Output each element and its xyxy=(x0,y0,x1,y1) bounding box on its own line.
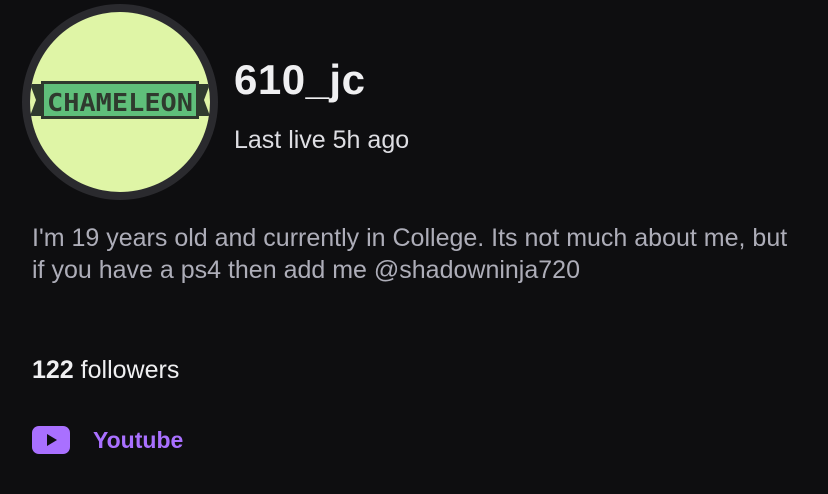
profile-bio: I'm 19 years old and currently in Colleg… xyxy=(32,224,788,284)
svg-text:CHAMELEON: CHAMELEON xyxy=(47,88,193,117)
chameleon-logo: CHAMELEON xyxy=(30,81,210,119)
followers-label: followers xyxy=(80,356,180,384)
followers-count: 122 followers xyxy=(32,356,179,385)
youtube-link[interactable]: Youtube xyxy=(32,422,183,458)
username: 610_jc xyxy=(234,56,366,103)
followers-number: 122 xyxy=(32,356,74,384)
youtube-link-label: Youtube xyxy=(93,426,184,453)
youtube-icon xyxy=(32,426,70,454)
last-live-status: Last live 5h ago xyxy=(234,126,410,154)
avatar[interactable]: CHAMELEON xyxy=(30,12,210,192)
